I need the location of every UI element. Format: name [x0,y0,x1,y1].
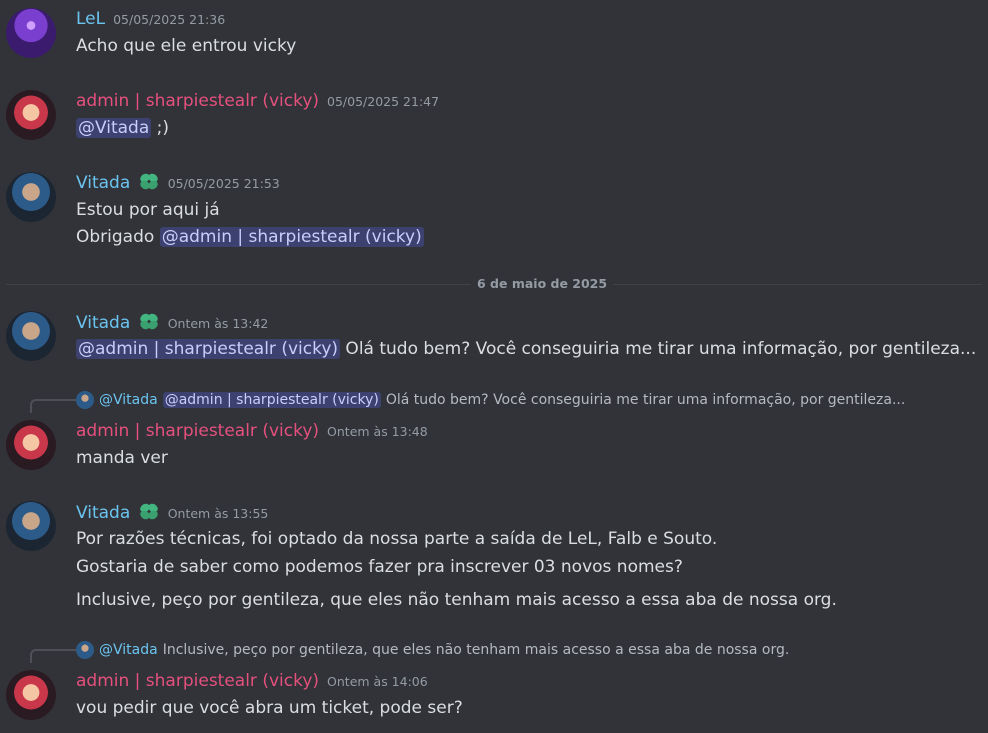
timestamp: 05/05/2025 21:53 [167,176,280,191]
message-text-after: ;) [151,118,170,138]
timestamp: 05/05/2025 21:47 [327,94,440,109]
avatar[interactable] [6,90,56,140]
avatar[interactable] [6,172,56,222]
user-mention[interactable]: @admin | sharpiestealr (vicky) [162,392,381,408]
message-text: Obrigado @admin | sharpiestealr (vicky) [76,227,424,247]
avatar[interactable] [6,8,56,58]
author-name[interactable]: admin | sharpiestealr (vicky) [76,91,319,111]
message-text: vou pedir que você abra um ticket, pode … [76,698,463,718]
message-text: Estou por aqui já [76,200,220,220]
message-text: manda ver [76,448,168,468]
reply-preview[interactable]: @Vitada Inclusive, peço por gentileza, q… [76,641,789,659]
timestamp: Ontem às 13:48 [327,424,428,439]
date-divider-label: 6 de maio de 2025 [471,276,614,291]
user-mention[interactable]: @Vitada [76,118,152,138]
timestamp: Ontem às 13:42 [167,316,269,331]
reply-text: Inclusive, peço por gentileza, que eles … [162,642,790,658]
reply-spine [30,649,76,663]
message-text: Acho que ele entrou vicky [76,36,297,56]
author-name[interactable]: Vitada [76,311,160,333]
author-name[interactable]: Vitada [76,501,160,523]
timestamp: Ontem às 13:55 [167,506,269,521]
reply-text: Olá tudo bem? Você conseguiria me tirar … [385,392,906,408]
timestamp: 05/05/2025 21:36 [113,12,226,27]
leaf-badge-icon[interactable] [138,501,160,521]
reply-preview[interactable]: @Vitada @admin | sharpiestealr (vicky) O… [76,391,905,409]
author-name[interactable]: admin | sharpiestealr (vicky) [76,421,319,441]
author-name[interactable]: admin | sharpiestealr (vicky) [76,671,319,691]
avatar[interactable] [6,501,56,551]
message-text: Por razões técnicas, foi optado da nossa… [76,529,718,549]
avatar[interactable] [6,670,56,720]
message-text: @Vitada ;) [76,118,169,138]
message-text: Inclusive, peço por gentileza, que eles … [76,590,837,610]
message-text: Gostaria de saber como podemos fazer pra… [76,557,683,577]
leaf-badge-icon[interactable] [138,311,160,331]
user-mention[interactable]: @admin | sharpiestealr (vicky) [76,339,341,359]
message-text: @admin | sharpiestealr (vicky) Olá tudo … [76,339,977,359]
avatar[interactable] [6,420,56,470]
timestamp: Ontem às 14:06 [327,674,428,689]
reply-avatar [76,641,94,659]
author-name[interactable]: Vitada [76,171,160,193]
user-mention[interactable]: @admin | sharpiestealr (vicky) [159,227,424,247]
leaf-badge-icon[interactable] [138,171,160,191]
reply-spine [30,399,76,413]
author-name[interactable]: LeL [76,9,105,29]
reply-avatar [76,391,94,409]
reply-author[interactable]: @Vitada [99,642,158,658]
avatar[interactable] [6,311,56,361]
reply-author[interactable]: @Vitada [99,392,158,408]
